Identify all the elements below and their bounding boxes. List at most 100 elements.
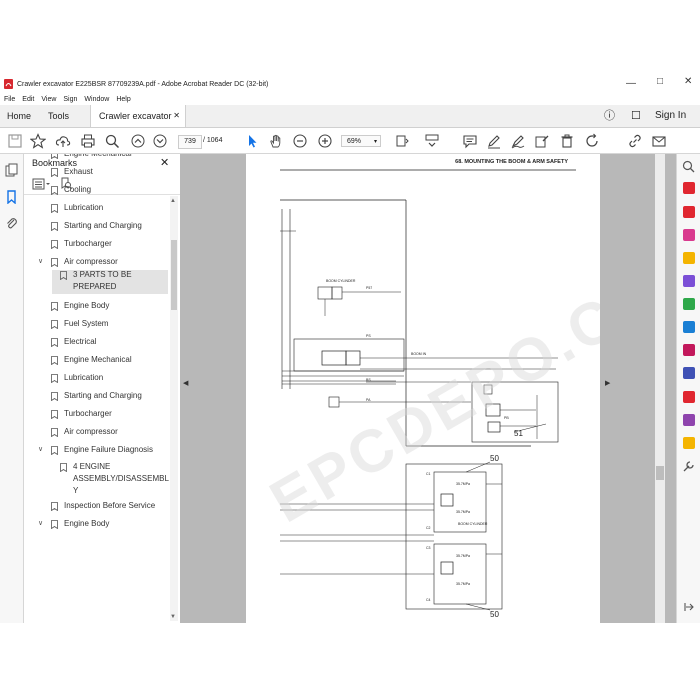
document-scrollbar[interactable]	[655, 154, 665, 623]
document-scroll-thumb[interactable]	[656, 466, 664, 480]
collapse-tools-pane-icon[interactable]	[683, 601, 695, 613]
save-icon[interactable]	[7, 133, 23, 149]
zoom-out-icon[interactable]	[292, 133, 308, 149]
fill-and-sign-icon[interactable]	[683, 344, 695, 356]
send-for-signature-icon[interactable]	[683, 414, 695, 426]
page-down-icon[interactable]	[152, 133, 168, 149]
draw-icon[interactable]	[510, 133, 526, 149]
bookmark-item[interactable]: Air compressor	[24, 427, 169, 440]
bookmark-label: Cooling	[64, 185, 92, 194]
bookmark-item[interactable]: Starting and Charging	[24, 391, 169, 404]
expand-chevron-icon[interactable]: ∨	[38, 257, 43, 265]
export-pdf-icon[interactable]	[683, 182, 695, 194]
comment-tool-icon[interactable]	[683, 252, 695, 264]
bookmark-item[interactable]: ∨ Engine Failure Diagnosis	[24, 445, 169, 458]
menu-window[interactable]: Window	[84, 96, 109, 103]
create-pdf-icon[interactable]	[683, 206, 695, 218]
page-up-icon[interactable]	[130, 133, 146, 149]
page-number-input[interactable]: 739	[178, 135, 202, 149]
bookmark-item[interactable]: Lubrication	[24, 203, 169, 216]
bookmark-item[interactable]: Electrical	[24, 337, 169, 350]
fit-page-icon[interactable]	[394, 133, 410, 149]
expand-chevron-icon[interactable]: ∨	[38, 445, 43, 453]
bookmark-item[interactable]: Cooling	[24, 185, 169, 198]
help-icon[interactable]: ⓘ	[604, 105, 615, 127]
bookmark-label: Y	[73, 486, 79, 495]
maximize-button[interactable]: □	[657, 76, 663, 87]
upload-cloud-icon[interactable]	[55, 133, 71, 149]
bookmark-item[interactable]: ∨ Engine Body	[24, 519, 169, 532]
delete-icon[interactable]	[559, 133, 575, 149]
scroll-up-arrow-icon[interactable]: ▲	[170, 198, 176, 204]
bookmark-item[interactable]: PREPARED	[52, 282, 168, 294]
close-tab-icon[interactable]: ✕	[173, 105, 180, 127]
tab-home[interactable]: Home	[7, 105, 31, 127]
search-icon[interactable]	[682, 160, 695, 173]
share-link-icon[interactable]	[627, 133, 643, 149]
bookmark-item[interactable]: ∨ Air compressor	[24, 257, 169, 270]
fill-sign-icon[interactable]	[534, 133, 550, 149]
notifications-icon[interactable]: ☐	[631, 105, 641, 127]
minimize-button[interactable]: —	[626, 78, 636, 89]
highlight-pen-icon[interactable]	[486, 133, 502, 149]
bookmark-label: Air compressor	[64, 257, 118, 266]
bookmark-label: Exhaust	[64, 167, 93, 176]
hand-tool-icon[interactable]	[268, 133, 284, 149]
tab-tools[interactable]: Tools	[48, 105, 69, 127]
page-thumbnails-icon[interactable]	[5, 163, 18, 177]
bookmark-item[interactable]: Exhaust	[24, 167, 169, 180]
bookmark-label: 3 PARTS TO BE	[73, 270, 132, 279]
bookmark-item[interactable]: Engine Mechanical	[24, 355, 169, 368]
bookmark-item[interactable]: Engine Mechanical	[24, 154, 169, 162]
compress-pdf-icon[interactable]	[683, 321, 695, 333]
attachments-icon[interactable]	[5, 216, 18, 230]
bookmark-item[interactable]: Turbocharger	[24, 409, 169, 422]
select-cursor-icon[interactable]	[244, 133, 260, 149]
expand-right-panel-icon[interactable]: ▶	[605, 379, 610, 387]
scrolling-mode-icon[interactable]	[424, 133, 440, 149]
combine-files-icon[interactable]	[683, 275, 695, 287]
bookmark-icon	[51, 502, 58, 511]
protect-icon[interactable]	[683, 367, 695, 379]
bookmark-item[interactable]: Fuel System	[24, 319, 169, 332]
stamp-icon[interactable]	[683, 437, 695, 449]
bookmark-label: PREPARED	[73, 282, 117, 291]
zoom-in-icon[interactable]	[317, 133, 333, 149]
watermark-text: EPCDEPO.COM	[259, 230, 600, 535]
bookmark-item[interactable]: Y	[24, 486, 169, 499]
expand-chevron-icon[interactable]: ∨	[38, 519, 43, 527]
menu-help[interactable]: Help	[116, 96, 130, 103]
comment-icon[interactable]	[462, 133, 478, 149]
bookmark-item[interactable]: 3 PARTS TO BE	[52, 270, 168, 282]
organize-pages-icon[interactable]	[683, 298, 695, 310]
scroll-down-arrow-icon[interactable]: ▼	[170, 614, 176, 620]
menu-edit[interactable]: Edit	[22, 96, 34, 103]
email-icon[interactable]	[651, 133, 667, 149]
bookmark-label: Turbocharger	[64, 239, 112, 248]
window-title: Crawler excavator E225BSR 87709239A.pdf …	[17, 80, 269, 88]
menu-sign[interactable]: Sign	[63, 96, 77, 103]
edit-pdf-icon[interactable]	[683, 229, 695, 241]
label-boom-cylinder-low: BOOM CYLINDER	[326, 279, 356, 283]
rotate-icon[interactable]	[584, 133, 600, 149]
more-tools-icon[interactable]	[682, 460, 695, 473]
find-icon[interactable]	[104, 133, 120, 149]
prepare-form-icon[interactable]	[683, 391, 695, 403]
zoom-level-select[interactable]: 69% ▾	[341, 135, 381, 147]
bookmark-item[interactable]: Turbocharger	[24, 239, 169, 252]
bookmark-star-icon[interactable]	[29, 133, 47, 149]
close-window-button[interactable]: ✕	[684, 76, 692, 87]
bookmarks-panel-icon[interactable]	[5, 190, 18, 204]
bookmarks-scroll-thumb[interactable]	[171, 240, 177, 310]
collapse-left-panel-icon[interactable]: ◀	[183, 379, 188, 387]
bookmark-item[interactable]: Inspection Before Service	[24, 501, 169, 514]
bookmark-item[interactable]: Starting and Charging	[24, 221, 169, 234]
tab-document[interactable]: Crawler excavator E... ✕	[90, 105, 186, 143]
menu-view[interactable]: View	[41, 96, 56, 103]
label-pressure-1: 35.7MPa	[456, 482, 471, 486]
bookmark-item[interactable]: Lubrication	[24, 373, 169, 386]
print-icon[interactable]	[80, 133, 96, 149]
sign-in-button[interactable]: Sign In	[655, 105, 686, 127]
menu-file[interactable]: File	[4, 96, 15, 103]
bookmark-item[interactable]: Engine Body	[24, 301, 169, 314]
